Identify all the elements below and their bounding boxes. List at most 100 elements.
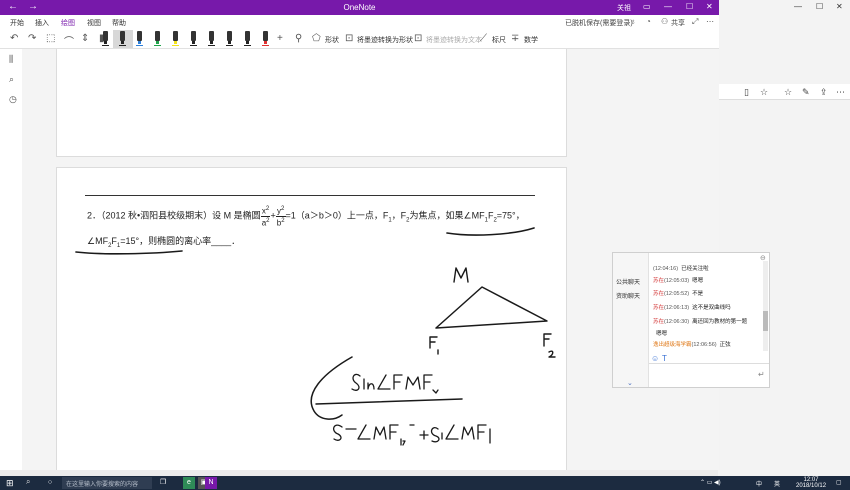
chat-time: (12:05:03) — [664, 278, 690, 284]
share-button[interactable]: 共享 — [671, 18, 685, 28]
math-button[interactable]: 数学 — [524, 35, 538, 45]
lightbulb-icon[interactable]: ♁ — [630, 17, 636, 26]
maximize-icon[interactable]: ☐ — [686, 2, 693, 11]
insert-space-icon[interactable]: ⇕ — [81, 33, 89, 44]
ime-indicator[interactable]: 中 — [756, 479, 762, 488]
shape-icon[interactable]: ⬠ — [312, 33, 321, 44]
reading-view-icon[interactable]: ▯ — [744, 87, 749, 98]
chat-input[interactable] — [649, 363, 769, 387]
text-format-icon[interactable]: T — [662, 354, 667, 363]
chat-message: 苏在(12:06:13) 这不是双曲线吗 — [653, 303, 731, 311]
onenote-taskbar-icon[interactable]: N — [205, 477, 217, 489]
background-browser-window: — ☐ ✕ ▯ ☆ ☆ ✎ ⇪ ⋯ — [718, 0, 850, 476]
tab-assist-chat[interactable]: 资助聊天 — [616, 291, 640, 300]
pen-body — [155, 31, 160, 41]
pen-body — [245, 31, 250, 41]
scroll-thumb[interactable] — [763, 311, 768, 331]
chat-text: 正弦 — [719, 342, 731, 348]
cortana-icon[interactable]: ○ — [44, 477, 56, 489]
pen-2[interactable] — [119, 31, 126, 46]
notifications-icon[interactable]: ▢ — [836, 479, 842, 486]
ruler-icon[interactable]: ⟋ — [480, 33, 487, 44]
tray-icons[interactable]: ⌃ ▭ ◀) — [700, 479, 721, 486]
ruler-button[interactable]: 标尺 — [492, 35, 506, 45]
lasso-select-icon[interactable]: ⬚ — [46, 33, 55, 44]
pen-color-bar — [119, 45, 126, 46]
pen-body — [227, 31, 232, 41]
minimize-icon[interactable]: — — [794, 2, 802, 11]
ink-to-shape-button[interactable]: 将墨迹转换为形状 — [357, 35, 413, 45]
chat-message: (12:04:16) 已经关注啦 — [653, 264, 709, 272]
pen-6[interactable] — [190, 31, 197, 46]
task-view-icon[interactable]: ❐ — [157, 477, 169, 489]
expand-icon[interactable]: ⤢ — [692, 17, 698, 27]
ink-to-shape-icon[interactable]: ⊡ — [345, 33, 353, 44]
ink-shape-icon[interactable]: ⚲ — [295, 33, 302, 44]
close-icon[interactable]: ✕ — [836, 2, 843, 11]
chat-message: 苏在(12:05:03) 嗯嗯 — [653, 276, 703, 284]
recent-icon[interactable]: ◷ — [9, 94, 17, 105]
menu-view[interactable]: 视图 — [87, 18, 101, 28]
pen-tip — [264, 41, 267, 44]
favorite-star-icon[interactable]: ☆ — [760, 87, 768, 98]
pen-9[interactable] — [244, 31, 251, 46]
pen-8[interactable] — [226, 31, 233, 46]
notebooks-icon[interactable]: ⫼ — [9, 54, 13, 65]
favorites-icon[interactable]: ☆ — [784, 87, 792, 98]
sync-status[interactable]: 已脱机保存(需要登录) — [565, 18, 633, 28]
minimize-icon[interactable]: — — [664, 2, 672, 11]
pen-color-bar — [226, 45, 233, 46]
ink-numerator — [351, 373, 439, 394]
pen-5[interactable] — [172, 31, 179, 46]
more-icon[interactable]: ⋯ — [836, 87, 845, 98]
pen-10[interactable] — [262, 31, 269, 46]
restore-icon[interactable]: ▭ — [643, 2, 651, 11]
redo-icon[interactable]: ↷ — [28, 33, 36, 44]
more-icon[interactable]: ⋯ — [706, 17, 714, 26]
emoji-icon[interactable]: ☺ — [651, 354, 659, 363]
app-title: OneNote — [343, 3, 376, 12]
clock-date: 2018/10/12 — [796, 483, 827, 489]
menu-home[interactable]: 开始 — [10, 18, 24, 28]
search-icon[interactable]: ⌕ — [9, 74, 14, 85]
app-icon-green[interactable]: e — [183, 477, 195, 489]
share-person-icon[interactable]: ⚇ — [661, 17, 668, 26]
chat-message: 逸出超级海学霸(12:06:56) 正弦 — [653, 340, 731, 348]
pen-1[interactable] — [102, 31, 109, 46]
user-name[interactable]: 关祖 — [617, 3, 631, 13]
chat-scrollbar[interactable] — [763, 261, 768, 351]
chat-text: 嗯嗯 — [692, 278, 704, 284]
taskbar-search-box[interactable]: 在这里输入你要搜索的内容 — [62, 477, 152, 489]
pen-tip — [138, 41, 141, 44]
pen-color-bar — [208, 45, 215, 46]
pen-3[interactable] — [136, 31, 143, 46]
math-icon[interactable]: ∓ — [511, 33, 519, 44]
ink-underline-right — [446, 227, 535, 236]
shape-button[interactable]: 形状 — [325, 35, 339, 45]
pen-color-bar — [262, 45, 269, 46]
chat-text: 嗯嗯 — [656, 331, 668, 337]
search-icon[interactable]: ⌕ — [26, 477, 30, 487]
bell-icon[interactable]: ◔ — [646, 17, 651, 26]
pen-tip — [228, 41, 231, 44]
pen-body — [137, 31, 142, 41]
ink-to-text-button[interactable]: 将墨迹转换为文本 — [426, 35, 482, 45]
collapse-chevron-icon[interactable]: ⌄ — [627, 379, 633, 387]
menu-insert[interactable]: 插入 — [35, 18, 49, 28]
pen-4[interactable] — [154, 31, 161, 46]
pen-color-bar — [244, 45, 251, 46]
windows-start-icon[interactable]: ⊞ — [6, 478, 14, 489]
clock[interactable]: 12:07 2018/10/12 — [796, 477, 826, 489]
lasso-icon[interactable]: ⌒ — [64, 33, 74, 48]
tab-public-chat[interactable]: 公共聊天 — [616, 277, 640, 286]
close-icon[interactable]: ✕ — [706, 2, 713, 11]
maximize-icon[interactable]: ☐ — [816, 2, 823, 11]
undo-icon[interactable]: ↶ — [10, 33, 18, 44]
notes-icon[interactable]: ✎ — [802, 87, 810, 98]
send-icon[interactable]: ↵ — [758, 370, 765, 379]
pen-7[interactable] — [208, 31, 215, 46]
menu-help[interactable]: 帮助 — [112, 18, 126, 28]
share-icon[interactable]: ⇪ — [820, 87, 828, 98]
lang-indicator[interactable]: 英 — [774, 479, 780, 488]
add-pen-icon[interactable]: + — [277, 33, 283, 44]
